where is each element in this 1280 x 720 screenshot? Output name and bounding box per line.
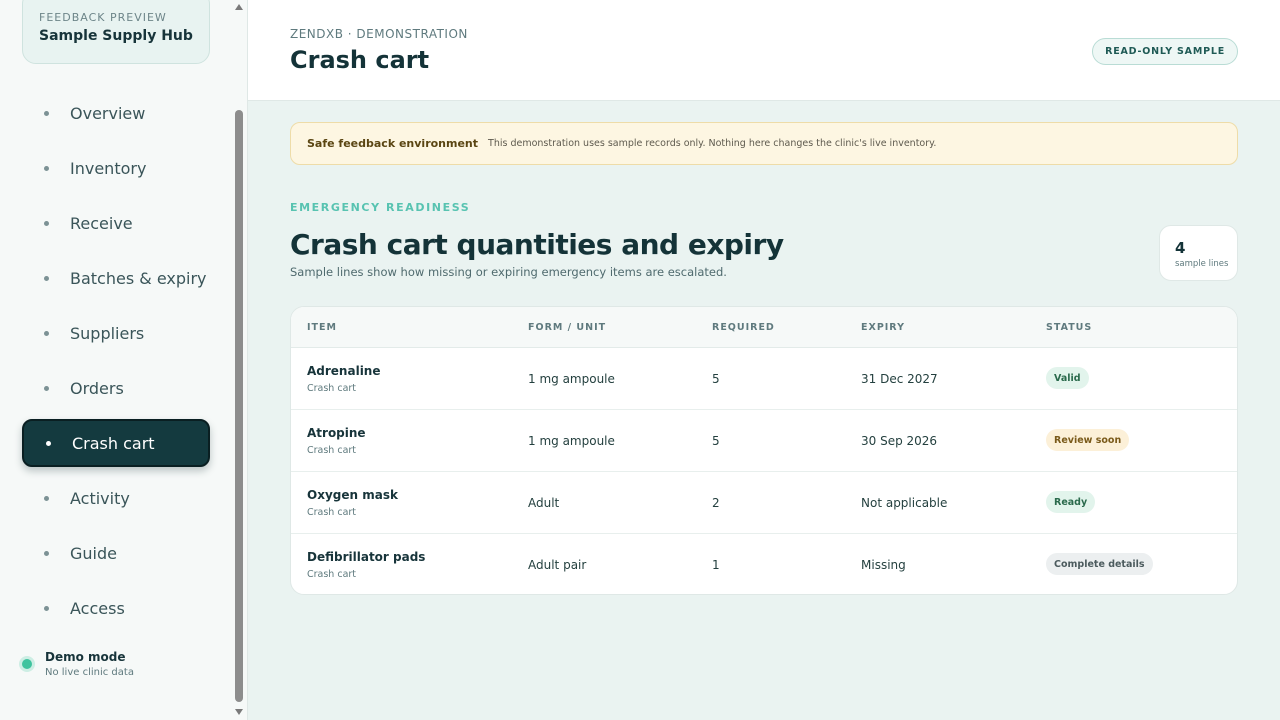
required-cell: 2 (712, 496, 720, 510)
form-unit-cell: 1 mg ampoule (528, 372, 615, 386)
brand-eyebrow: FEEDBACK PREVIEW (39, 11, 167, 24)
sidebar-item-label: Activity (70, 488, 130, 508)
sidebar-item-access[interactable]: Access (22, 584, 210, 632)
bullet-icon (44, 495, 49, 501)
sidebar-item-label: Orders (70, 378, 124, 398)
sidebar-item-guide[interactable]: Guide (22, 529, 210, 577)
required-cell: 5 (712, 372, 720, 386)
brand-title: Sample Supply Hub (39, 28, 193, 44)
scroll-up-arrow-icon[interactable] (235, 4, 243, 10)
column-header-item: ITEM (307, 322, 337, 333)
bullet-icon (44, 110, 49, 116)
item-location: Crash cart (307, 507, 357, 518)
sidebar-item-inventory[interactable]: Inventory (22, 144, 210, 192)
item-cell: Adrenaline Crash cart (307, 364, 380, 394)
bullet-icon (44, 550, 49, 556)
expiry-cell: Missing (861, 558, 906, 572)
form-unit-cell: 1 mg ampoule (528, 434, 615, 448)
expiry-cell: 30 Sep 2026 (861, 434, 938, 448)
required-cell: 5 (712, 434, 720, 448)
table-header: ITEM FORM / UNIT REQUIRED EXPIRY STATUS (291, 307, 1237, 348)
safe-environment-notice: Safe feedback environment This demonstra… (290, 122, 1238, 165)
status-badge: Review soon (1046, 429, 1130, 451)
sample-count-label: sample lines (1175, 259, 1229, 269)
sidebar-item-overview[interactable]: Overview (22, 89, 210, 137)
table-row: Adrenaline Crash cart 1 mg ampoule 5 31 … (291, 348, 1237, 410)
page-title: Crash cart (290, 46, 430, 74)
item-location: Crash cart (307, 569, 357, 580)
sidebar-item-activity[interactable]: Activity (22, 474, 210, 522)
bullet-icon (44, 165, 49, 171)
item-name: Defibrillator pads (307, 550, 426, 564)
sidebar-item-label: Crash cart (72, 433, 155, 453)
status-dot-icon (22, 659, 32, 669)
sidebar-scrollbar[interactable] (233, 0, 245, 720)
bullet-icon (44, 220, 49, 226)
expiry-cell: Not applicable (861, 496, 948, 510)
sidebar-item-crash-cart[interactable]: Crash cart (22, 419, 210, 467)
bullet-icon (46, 440, 51, 446)
sidebar-item-label: Guide (70, 543, 117, 563)
sidebar-item-label: Access (70, 598, 125, 618)
required-cell: 1 (712, 558, 720, 572)
form-unit-cell: Adult pair (528, 558, 587, 572)
sidebar-item-suppliers[interactable]: Suppliers (22, 309, 210, 357)
notice-title: Safe feedback environment (307, 137, 479, 150)
item-location: Crash cart (307, 445, 357, 456)
section-eyebrow: EMERGENCY READINESS (290, 201, 471, 214)
status-badge: Complete details (1046, 553, 1153, 575)
item-cell: Atropine Crash cart (307, 426, 366, 456)
read-only-badge: READ-ONLY SAMPLE (1092, 38, 1238, 65)
bullet-icon (44, 330, 49, 336)
table-row: Defibrillator pads Crash cart Adult pair… (291, 534, 1237, 594)
notice-text: This demonstration uses sample records o… (488, 138, 937, 149)
column-header-status: STATUS (1046, 322, 1093, 333)
item-name: Atropine (307, 426, 366, 440)
scroll-down-arrow-icon[interactable] (235, 709, 243, 715)
table-row: Atropine Crash cart 1 mg ampoule 5 30 Se… (291, 410, 1237, 472)
demo-mode-title: Demo mode (45, 650, 126, 664)
item-cell: Defibrillator pads Crash cart (307, 550, 425, 580)
brand-card: FEEDBACK PREVIEW Sample Supply Hub (22, 0, 210, 64)
item-name: Adrenaline (307, 364, 381, 378)
table-row: Oxygen mask Crash cart Adult 2 Not appli… (291, 472, 1237, 534)
sidebar-item-orders[interactable]: Orders (22, 364, 210, 412)
sidebar-item-batches-expiry[interactable]: Batches & expiry (22, 254, 210, 302)
sidebar: FEEDBACK PREVIEW Sample Supply Hub Overv… (0, 0, 248, 720)
status-badge: Ready (1046, 491, 1096, 513)
demo-mode-status: Demo mode No live clinic data (22, 650, 134, 678)
column-header-form-unit: FORM / UNIT (528, 322, 607, 333)
form-unit-cell: Adult (528, 496, 560, 510)
expiry-cell: 31 Dec 2027 (861, 372, 938, 386)
section-subtitle: Sample lines show how missing or expirin… (290, 265, 727, 279)
sidebar-item-label: Batches & expiry (70, 268, 207, 288)
sidebar-item-label: Receive (70, 213, 133, 233)
item-name: Oxygen mask (307, 488, 398, 502)
status-badge: Valid (1046, 367, 1089, 389)
column-header-expiry: EXPIRY (861, 322, 905, 333)
section-title: Crash cart quantities and expiry (290, 228, 784, 261)
bullet-icon (44, 605, 49, 611)
sidebar-nav: Overview Inventory Receive Batches & exp… (22, 89, 210, 639)
item-location: Crash cart (307, 383, 357, 394)
sample-count-card: 4 sample lines (1159, 225, 1238, 281)
bullet-icon (44, 385, 49, 391)
sidebar-item-label: Overview (70, 103, 146, 123)
sidebar-item-receive[interactable]: Receive (22, 199, 210, 247)
sidebar-item-label: Inventory (70, 158, 147, 178)
column-header-required: REQUIRED (712, 322, 775, 333)
breadcrumb: ZENDXB · DEMONSTRATION (290, 27, 468, 41)
crash-cart-table: ITEM FORM / UNIT REQUIRED EXPIRY STATUS … (290, 306, 1238, 595)
item-cell: Oxygen mask Crash cart (307, 488, 398, 518)
page-header: ZENDXB · DEMONSTRATION Crash cart READ-O… (248, 0, 1280, 101)
bullet-icon (44, 275, 49, 281)
sidebar-item-label: Suppliers (70, 323, 145, 343)
scrollbar-thumb[interactable] (235, 110, 243, 702)
sample-count-value: 4 (1175, 239, 1186, 257)
demo-mode-subtitle: No live clinic data (45, 667, 134, 678)
